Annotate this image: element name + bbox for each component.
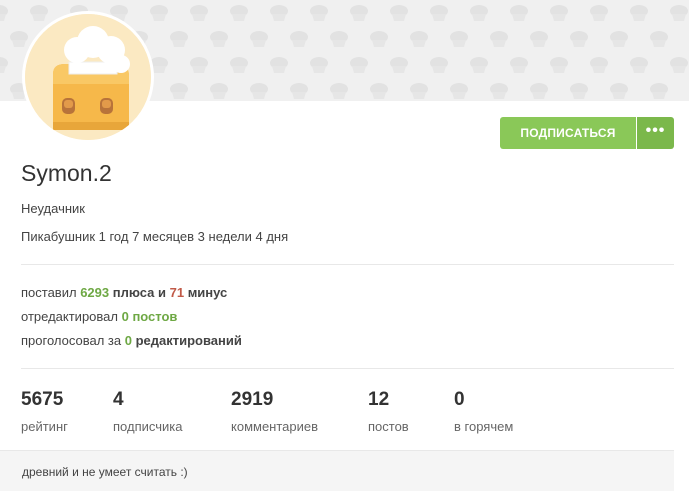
- cupcake-icon: [370, 31, 388, 47]
- cupcake-icon: [290, 31, 308, 47]
- cupcake-icon: [370, 83, 388, 99]
- edited-count: 0: [121, 309, 129, 324]
- cupcake-icon: [670, 5, 688, 21]
- stat-value: 2919: [231, 389, 274, 410]
- cupcake-icon: [330, 83, 348, 99]
- cupcake-icon: [450, 31, 468, 47]
- ellipsis-icon: •••: [645, 121, 666, 139]
- stat-value: 0: [454, 389, 465, 410]
- cupcake-icon: [510, 5, 528, 21]
- stat-label: постов: [368, 419, 409, 434]
- cupcake-icon: [270, 57, 288, 73]
- cupcake-icon: [430, 5, 448, 21]
- user-status: Неудачник: [21, 201, 85, 216]
- cupcake-icon: [450, 83, 468, 99]
- cupcake-icon: [210, 31, 228, 47]
- cupcake-icon: [330, 31, 348, 47]
- cupcake-icon: [630, 57, 648, 73]
- stat-label: в горячем: [454, 419, 514, 434]
- about-section: древний и не умеет считать :): [0, 450, 674, 491]
- cupcake-icon: [610, 31, 628, 47]
- cupcake-icon: [550, 57, 568, 73]
- cupcake-icon: [410, 31, 428, 47]
- cupcake-icon: [650, 31, 668, 47]
- minuses-count: 71: [169, 285, 185, 300]
- cupcake-icon: [190, 5, 208, 21]
- cupcake-icon: [670, 57, 688, 73]
- toaster-chef-avatar-icon: [25, 14, 151, 140]
- stat-value: 12: [368, 389, 390, 410]
- stat-posts[interactable]: 12 постов: [368, 389, 409, 435]
- stat-subscribers[interactable]: 4 подписчика: [113, 389, 183, 435]
- cupcake-icon: [170, 31, 188, 47]
- cupcake-icon: [310, 57, 328, 73]
- divider: [21, 368, 674, 369]
- cupcake-icon: [0, 57, 8, 73]
- cupcake-icon: [410, 83, 428, 99]
- cupcake-icon: [250, 83, 268, 99]
- cupcake-icon: [290, 83, 308, 99]
- username: Symon.2: [21, 160, 112, 186]
- cupcake-icon: [510, 57, 528, 73]
- subscribe-button[interactable]: ПОДПИСАТЬСЯ: [500, 117, 636, 149]
- stat-label: подписчика: [113, 419, 183, 434]
- pluses-count: 6293: [80, 285, 110, 300]
- votes-line: проголосовал за 0 редактирований: [21, 333, 242, 348]
- account-tenure: Пикабушник 1 год 7 месяцев 3 недели 4 дн…: [21, 229, 289, 244]
- about-text: древний и не умеет считать :): [22, 465, 188, 479]
- cupcake-icon: [590, 5, 608, 21]
- cupcake-icon: [230, 57, 248, 73]
- stat-comments[interactable]: 2919 комментариев: [231, 389, 319, 435]
- cupcake-icon: [150, 5, 168, 21]
- cupcake-icon: [550, 5, 568, 21]
- cupcake-icon: [650, 83, 668, 99]
- cupcake-icon: [170, 83, 188, 99]
- divider: [21, 264, 674, 265]
- cupcake-icon: [490, 31, 508, 47]
- profile-actions: ПОДПИСАТЬСЯ •••: [500, 117, 674, 149]
- cupcake-icon: [530, 31, 548, 47]
- cupcake-icon: [350, 5, 368, 21]
- cupcake-icon: [590, 57, 608, 73]
- stat-value: 5675: [21, 389, 64, 410]
- stat-rating[interactable]: 5675 рейтинг: [21, 389, 68, 435]
- cupcake-icon: [430, 57, 448, 73]
- cupcake-icon: [490, 83, 508, 99]
- cupcake-icon: [270, 5, 288, 21]
- cupcake-icon: [530, 83, 548, 99]
- cupcake-icon: [250, 31, 268, 47]
- cupcake-icon: [470, 5, 488, 21]
- cupcake-icon: [610, 83, 628, 99]
- cupcake-icon: [390, 57, 408, 73]
- cupcake-icon: [570, 31, 588, 47]
- stat-label: комментариев: [231, 419, 319, 434]
- edits-line: отредактировал 0 постов: [21, 309, 178, 324]
- cupcake-icon: [350, 57, 368, 73]
- cupcake-icon: [310, 5, 328, 21]
- voted-count: 0: [124, 333, 132, 348]
- cupcake-icon: [390, 5, 408, 21]
- cupcake-icon: [470, 57, 488, 73]
- cupcake-icon: [570, 83, 588, 99]
- stat-hot[interactable]: 0 в горячем: [454, 389, 514, 435]
- cupcake-icon: [0, 5, 8, 21]
- rating-given-line: поставил 6293 плюса и 71 минус: [21, 285, 228, 300]
- stat-value: 4: [113, 389, 124, 410]
- stat-label: рейтинг: [21, 419, 68, 434]
- more-options-button[interactable]: •••: [637, 117, 674, 149]
- cupcake-icon: [230, 5, 248, 21]
- cupcake-icon: [190, 57, 208, 73]
- avatar[interactable]: [22, 11, 154, 143]
- cupcake-icon: [210, 83, 228, 99]
- cupcake-icon: [630, 5, 648, 21]
